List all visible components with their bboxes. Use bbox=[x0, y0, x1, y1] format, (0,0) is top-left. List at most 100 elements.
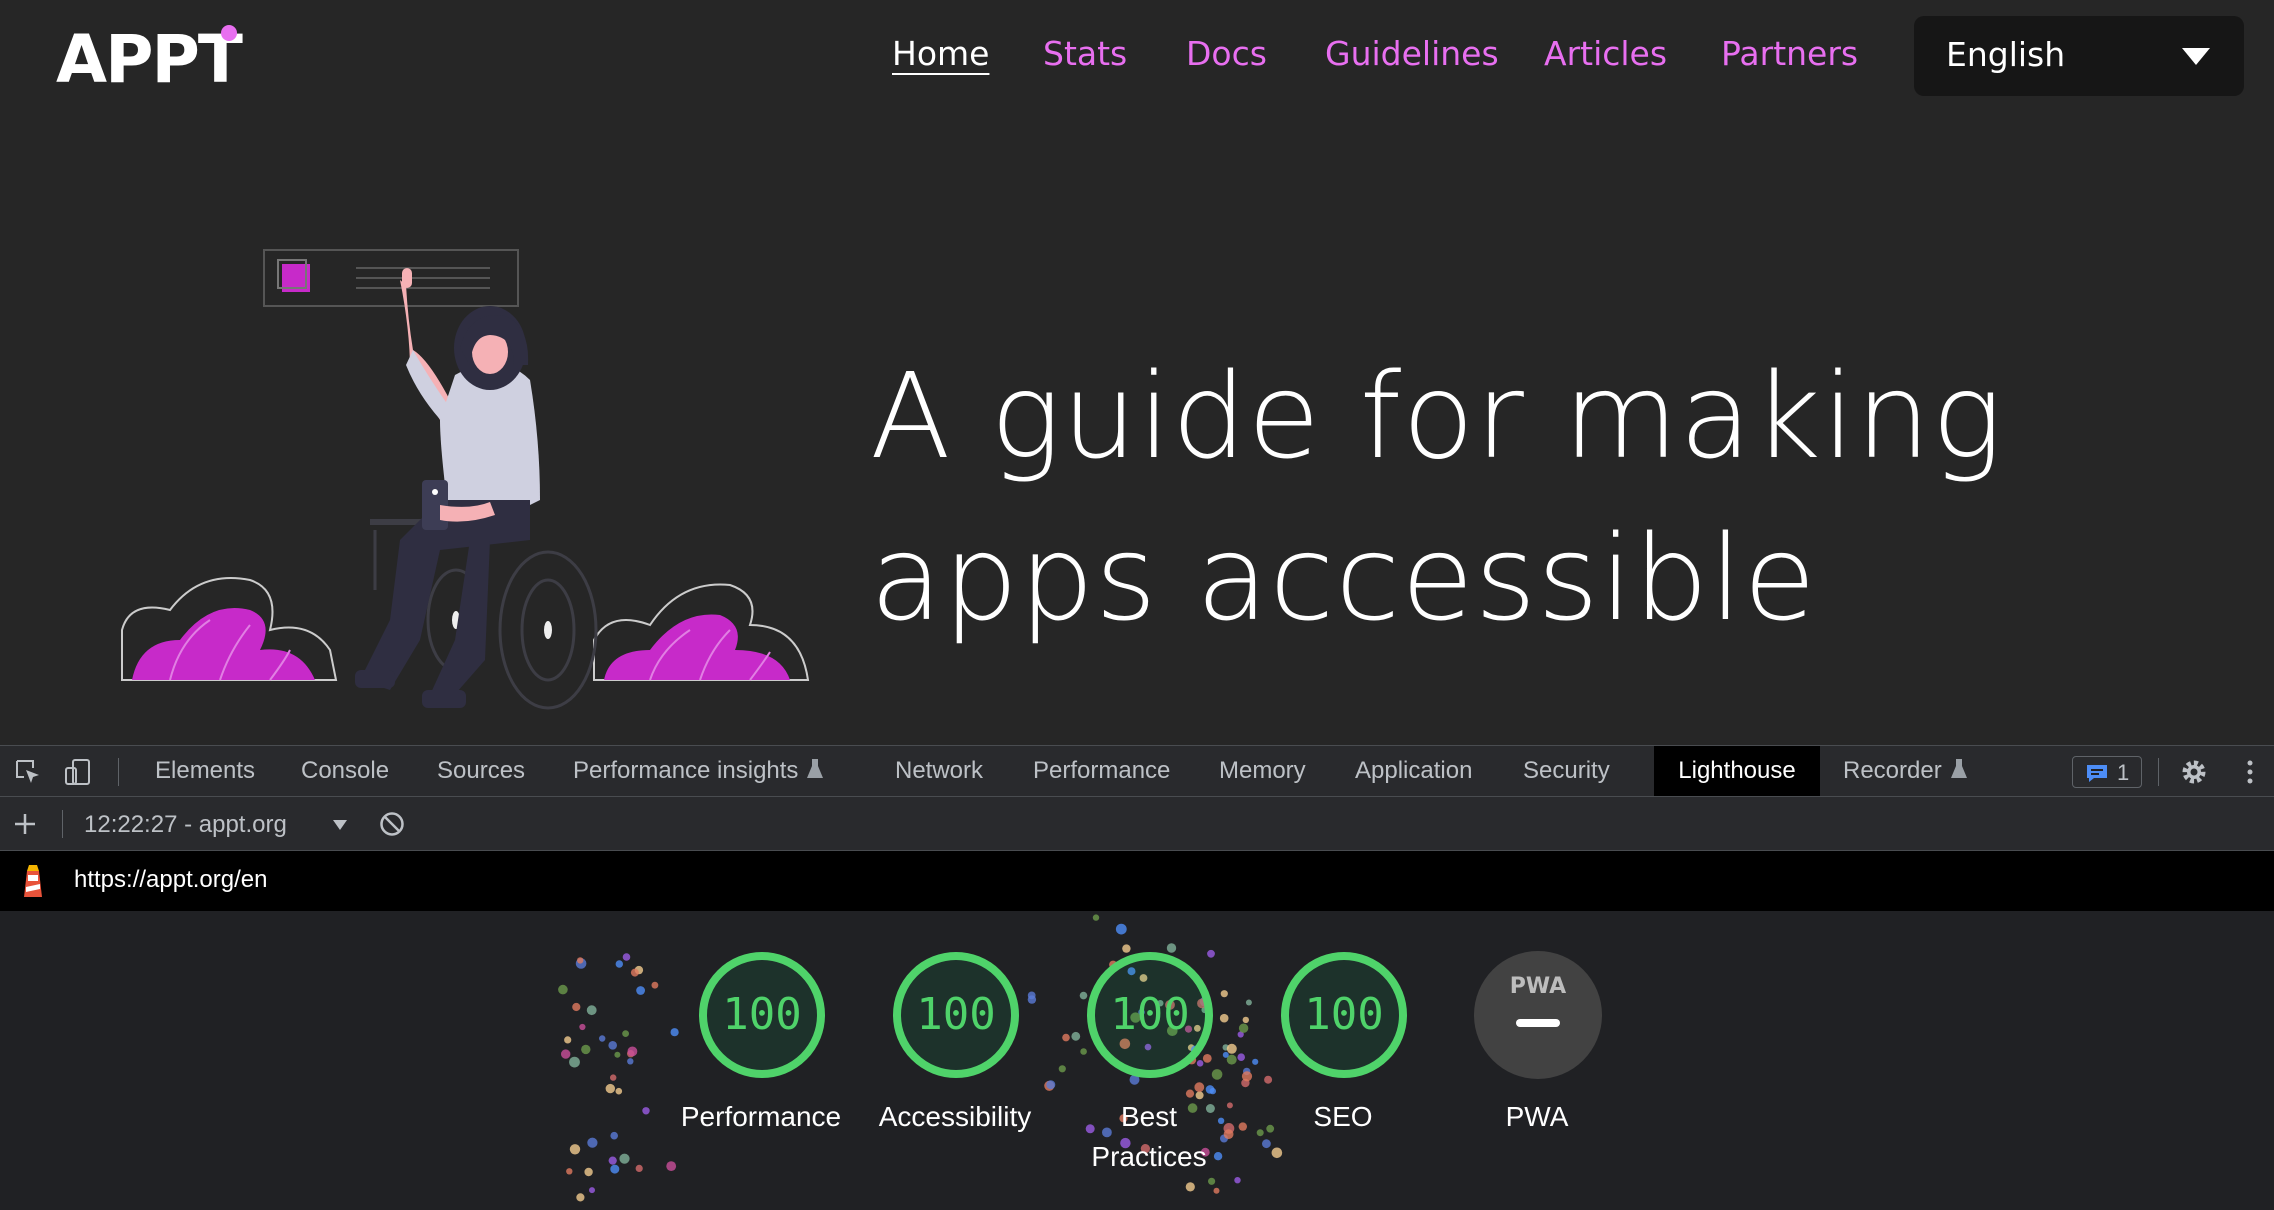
toolbar-divider bbox=[118, 758, 119, 786]
confetti-dot bbox=[589, 1187, 595, 1194]
confetti-dot bbox=[587, 1137, 598, 1148]
confetti-dot bbox=[630, 968, 639, 977]
confetti-dot bbox=[1092, 914, 1100, 921]
language-select[interactable]: English bbox=[1914, 16, 2244, 96]
confetti-dot bbox=[584, 1167, 593, 1177]
tab-label: Sources bbox=[437, 757, 526, 784]
nav-docs[interactable]: Docs bbox=[1186, 34, 1267, 73]
gauge-accessibility[interactable]: 100 Accessibility bbox=[855, 951, 1055, 1151]
nav-home[interactable]: Home bbox=[892, 34, 989, 73]
pwa-badge-text: PWA bbox=[1510, 974, 1566, 999]
tab-performance-insights[interactable]: Performance insights bbox=[573, 746, 824, 796]
report-url[interactable]: https://appt.org/en bbox=[74, 866, 267, 894]
hero-heading: A guide for making apps accessible bbox=[870, 335, 2170, 659]
tab-console[interactable]: Console bbox=[301, 746, 389, 796]
more-options-icon[interactable] bbox=[2236, 758, 2264, 786]
confetti-dot bbox=[615, 960, 623, 968]
tab-label: Console bbox=[301, 757, 390, 784]
hero-illustration bbox=[121, 249, 810, 710]
nav-stats[interactable]: Stats bbox=[1043, 34, 1127, 73]
confetti-dot bbox=[566, 1168, 573, 1175]
confetti-dot bbox=[627, 1046, 638, 1057]
device-toolbar-icon[interactable] bbox=[64, 758, 92, 786]
confetti-dot bbox=[627, 1058, 634, 1065]
confetti-dot bbox=[577, 957, 584, 964]
tab-label: Recorder bbox=[1843, 757, 1942, 784]
gauge-score: 100 bbox=[1304, 989, 1384, 1040]
confetti-dot bbox=[615, 1087, 623, 1095]
confetti-dot bbox=[608, 1156, 617, 1165]
website-viewport: APPT Home Stats Docs Guidelines Articles… bbox=[0, 0, 2274, 745]
confetti-dot bbox=[569, 1144, 581, 1155]
tab-recorder[interactable]: Recorder bbox=[1843, 746, 1968, 796]
chevron-down-icon bbox=[2182, 48, 2210, 65]
gauge-label: PWA bbox=[1505, 1101, 1569, 1132]
experiment-flask-icon bbox=[1950, 759, 1967, 778]
confetti-dot bbox=[651, 981, 659, 989]
confetti-dot bbox=[1185, 1182, 1195, 1192]
issues-count: 1 bbox=[2117, 760, 2130, 785]
plus-icon[interactable] bbox=[12, 811, 38, 837]
confetti-dot bbox=[1115, 923, 1127, 935]
tab-elements[interactable]: Elements bbox=[155, 746, 255, 796]
tab-security[interactable]: Security bbox=[1523, 746, 1610, 796]
chevron-down-icon[interactable] bbox=[332, 819, 348, 831]
confetti-dot bbox=[622, 1030, 629, 1037]
dash-icon bbox=[1516, 1019, 1560, 1027]
inspect-element-icon[interactable] bbox=[14, 758, 42, 786]
gauge-score: 100 bbox=[722, 989, 802, 1040]
gauge-label: Accessibility bbox=[878, 1101, 1032, 1132]
toolbar-divider bbox=[2158, 758, 2159, 786]
tab-label: Memory bbox=[1219, 757, 1306, 784]
tab-performance[interactable]: Performance bbox=[1033, 746, 1170, 796]
tab-application[interactable]: Application bbox=[1355, 746, 1472, 796]
gauge-label: Best Practices bbox=[1091, 1101, 1207, 1172]
language-value: English bbox=[1946, 35, 2066, 74]
lighthouse-toolbar: 12:22:27 - appt.org bbox=[0, 797, 2274, 851]
confetti-dot bbox=[608, 1041, 617, 1050]
tab-label: Lighthouse bbox=[1678, 757, 1796, 784]
tab-network[interactable]: Network bbox=[895, 746, 983, 796]
confetti-dot bbox=[586, 1005, 597, 1016]
confetti-dot bbox=[599, 1035, 606, 1042]
tab-label: Elements bbox=[155, 757, 256, 784]
gauge-seo[interactable]: 100 SEO bbox=[1243, 951, 1443, 1151]
tab-label: Security bbox=[1523, 757, 1610, 784]
tab-label: Performance insights bbox=[573, 757, 799, 784]
report-selector[interactable]: 12:22:27 - appt.org bbox=[84, 811, 287, 839]
nav-partners[interactable]: Partners bbox=[1721, 34, 1858, 73]
confetti-dot bbox=[610, 1074, 617, 1081]
confetti-dot bbox=[636, 986, 645, 995]
tab-label: Application bbox=[1355, 757, 1473, 784]
hero-heading-line-1: A guide for making bbox=[870, 347, 2004, 485]
confetti-dot bbox=[605, 1083, 615, 1094]
message-icon bbox=[2087, 765, 2107, 782]
experiment-flask-icon bbox=[807, 759, 824, 778]
confetti-dot bbox=[579, 1023, 586, 1031]
nav-articles[interactable]: Articles bbox=[1544, 34, 1667, 73]
confetti-dot bbox=[576, 1193, 585, 1202]
tab-lighthouse[interactable]: Lighthouse bbox=[1654, 746, 1820, 796]
confetti-dot bbox=[572, 1002, 581, 1012]
tab-memory[interactable]: Memory bbox=[1219, 746, 1306, 796]
confetti-dot bbox=[561, 1049, 571, 1059]
gauge-best-practices[interactable]: 100 Best Practices bbox=[1049, 951, 1249, 1172]
issues-counter[interactable]: 1 bbox=[2072, 756, 2142, 788]
lighthouse-report: 100 Performance 100 Accessibility 100 Be… bbox=[0, 911, 2274, 1210]
gauge-pwa[interactable]: PWA PWA bbox=[1437, 951, 1637, 1151]
devtools-tabbar: Elements Console Sources Performance ins… bbox=[0, 745, 2274, 797]
confetti-dot bbox=[1234, 1177, 1241, 1184]
tab-label: Performance bbox=[1033, 757, 1171, 784]
clear-icon[interactable] bbox=[378, 810, 406, 838]
gauge-score: 100 bbox=[916, 989, 996, 1040]
gauge-performance[interactable]: 100 Performance bbox=[661, 951, 861, 1151]
nav-guidelines[interactable]: Guidelines bbox=[1325, 34, 1499, 73]
gear-icon[interactable] bbox=[2180, 758, 2208, 786]
pwa-badge: PWA bbox=[1474, 951, 1602, 1079]
confetti-dot bbox=[666, 1161, 677, 1171]
hero-heading-line-2: apps accessible bbox=[870, 509, 1817, 647]
lighthouse-icon bbox=[24, 865, 42, 897]
confetti-dot bbox=[581, 1044, 591, 1055]
tab-sources[interactable]: Sources bbox=[437, 746, 525, 796]
confetti-dot bbox=[614, 1051, 621, 1058]
